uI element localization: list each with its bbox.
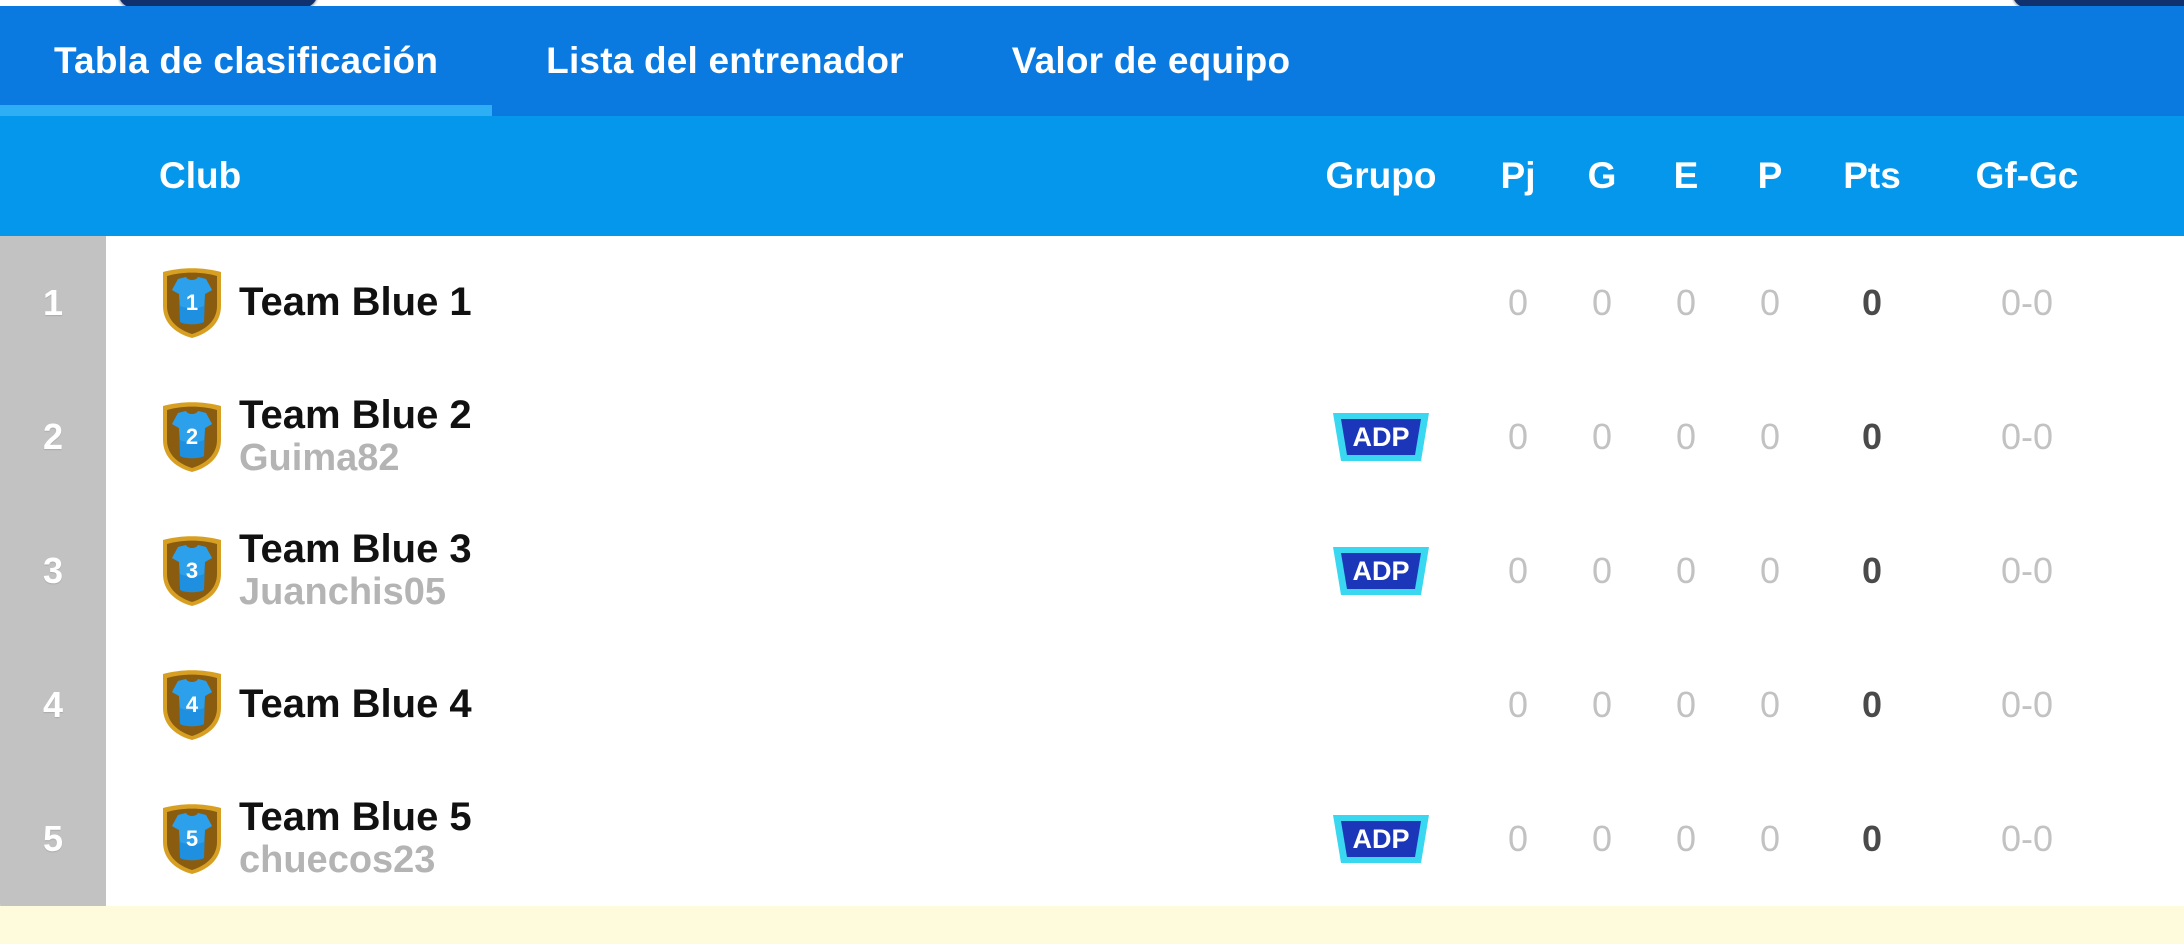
adp-badge-label: ADP	[1352, 824, 1409, 854]
row-p: 0	[1759, 684, 1781, 725]
table-column-header: Club Grupo Pj G E P Pts Gf-Gc	[0, 116, 2184, 236]
row-pj: 0	[1507, 416, 1529, 457]
row-pj: 0	[1507, 282, 1529, 323]
row-p: 0	[1759, 550, 1781, 591]
row-rank: 5	[42, 818, 64, 859]
row-pts: 0	[1861, 416, 1883, 457]
row-grupo-cell[interactable]: ADP	[1286, 543, 1476, 599]
adp-group-badge-icon[interactable]: ADP	[1323, 409, 1439, 465]
row-pj: 0	[1507, 684, 1529, 725]
team-name: Team Blue 4	[239, 682, 472, 727]
row-club-cell[interactable]: 4 Team Blue 4	[106, 668, 1286, 742]
tab-bar: Tabla de clasificación Lista del entrena…	[0, 6, 2184, 116]
column-header-p[interactable]: P	[1728, 155, 1812, 197]
team-crest-jersey-icon: 3	[159, 534, 225, 608]
club-text-block: Team Blue 5 chuecos23	[239, 795, 472, 882]
team-crest-jersey-icon: 1	[159, 266, 225, 340]
column-header-gfgc[interactable]: Gf-Gc	[1932, 155, 2122, 197]
column-header-pts[interactable]: Pts	[1812, 155, 1932, 197]
coach-name: Guima82	[239, 437, 400, 480]
row-pts: 0	[1861, 684, 1883, 725]
team-name: Team Blue 3	[239, 527, 472, 572]
row-grupo-cell[interactable]: ADP	[1286, 409, 1476, 465]
tab-lista-del-entrenador[interactable]: Lista del entrenador	[492, 6, 958, 116]
club-text-block: Team Blue 4	[239, 683, 472, 726]
row-e: 0	[1675, 684, 1697, 725]
standings-table-body: 1 1 Team Blue 1 0 0 0 0 0 0-0 2 2 Team B…	[0, 236, 2184, 944]
row-rank: 3	[42, 550, 64, 591]
row-pts: 0	[1861, 550, 1883, 591]
row-e: 0	[1675, 416, 1697, 457]
adp-badge-label: ADP	[1352, 422, 1409, 452]
row-grupo-cell	[1286, 677, 1476, 733]
standings-screen: Tabla de clasificación Lista del entrena…	[0, 0, 2184, 944]
club-text-block: Team Blue 3 Juanchis05	[239, 527, 472, 614]
crest-number: 2	[186, 424, 198, 449]
row-g: 0	[1591, 550, 1613, 591]
tab-label: Valor de equipo	[1011, 40, 1291, 81]
row-g: 0	[1591, 282, 1613, 323]
row-g: 0	[1591, 684, 1613, 725]
crest-number: 5	[186, 826, 198, 851]
row-gfgc: 0-0	[2000, 684, 2054, 725]
row-grupo-cell[interactable]: ADP	[1286, 811, 1476, 867]
table-row[interactable]: 3 3 Team Blue 3 Juanchis05 ADP 0 0 0 0 0…	[0, 504, 2184, 638]
coach-name: chuecos23	[239, 839, 436, 882]
adp-group-badge-icon[interactable]: ADP	[1323, 811, 1439, 867]
row-e: 0	[1675, 282, 1697, 323]
team-crest-jersey-icon: 5	[159, 802, 225, 876]
row-rank: 2	[42, 416, 64, 457]
crest-number: 1	[186, 290, 198, 315]
row-e: 0	[1675, 550, 1697, 591]
table-row[interactable]: 1 1 Team Blue 1 0 0 0 0 0 0-0	[0, 236, 2184, 370]
column-header-g[interactable]: G	[1560, 155, 1644, 197]
tab-label: Lista del entrenador	[546, 40, 904, 81]
tab-label: Tabla de clasificación	[54, 40, 439, 81]
coach-name: Juanchis05	[239, 571, 446, 614]
team-name: Team Blue 1	[239, 280, 472, 325]
tab-valor-de-equipo[interactable]: Valor de equipo	[958, 6, 1345, 116]
column-header-club[interactable]: Club	[106, 155, 1286, 197]
row-pts: 0	[1861, 282, 1883, 323]
tab-tabla-de-clasificacion[interactable]: Tabla de clasificación	[0, 6, 493, 116]
row-gfgc: 0-0	[2000, 282, 2054, 323]
table-row[interactable]	[0, 906, 2184, 944]
row-rank: 1	[42, 282, 64, 323]
row-pj: 0	[1507, 818, 1529, 859]
crest-number: 4	[186, 692, 199, 717]
team-crest-jersey-icon: 4	[159, 668, 225, 742]
club-text-block: Team Blue 2 Guima82	[239, 393, 472, 480]
row-grupo-cell	[1286, 275, 1476, 331]
column-header-grupo[interactable]: Grupo	[1286, 155, 1476, 197]
row-club-cell[interactable]: 1 Team Blue 1	[106, 266, 1286, 340]
row-club-cell[interactable]: 5 Team Blue 5 chuecos23	[106, 795, 1286, 882]
row-e: 0	[1675, 818, 1697, 859]
table-row[interactable]: 5 5 Team Blue 5 chuecos23 ADP 0 0 0 0 0 …	[0, 772, 2184, 906]
row-gfgc: 0-0	[2000, 550, 2054, 591]
team-crest-jersey-icon: 2	[159, 400, 225, 474]
table-row[interactable]: 4 4 Team Blue 4 0 0 0 0 0 0-0	[0, 638, 2184, 772]
club-text-block: Team Blue 1	[239, 281, 472, 324]
row-gfgc: 0-0	[2000, 416, 2054, 457]
row-club-cell[interactable]: 3 Team Blue 3 Juanchis05	[106, 527, 1286, 614]
team-name: Team Blue 5	[239, 795, 472, 840]
adp-group-badge-icon[interactable]: ADP	[1323, 543, 1439, 599]
row-rank: 4	[42, 684, 64, 725]
column-header-e[interactable]: E	[1644, 155, 1728, 197]
table-row[interactable]: 2 2 Team Blue 2 Guima82 ADP 0 0 0 0 0 0-…	[0, 370, 2184, 504]
row-pj: 0	[1507, 550, 1529, 591]
crest-number: 3	[186, 558, 198, 583]
row-p: 0	[1759, 818, 1781, 859]
row-pts: 0	[1861, 818, 1883, 859]
row-club-cell[interactable]: 2 Team Blue 2 Guima82	[106, 393, 1286, 480]
row-p: 0	[1759, 282, 1781, 323]
row-g: 0	[1591, 818, 1613, 859]
column-header-pj[interactable]: Pj	[1476, 155, 1560, 197]
row-gfgc: 0-0	[2000, 818, 2054, 859]
row-p: 0	[1759, 416, 1781, 457]
team-name: Team Blue 2	[239, 393, 472, 438]
adp-badge-label: ADP	[1352, 556, 1409, 586]
row-g: 0	[1591, 416, 1613, 457]
